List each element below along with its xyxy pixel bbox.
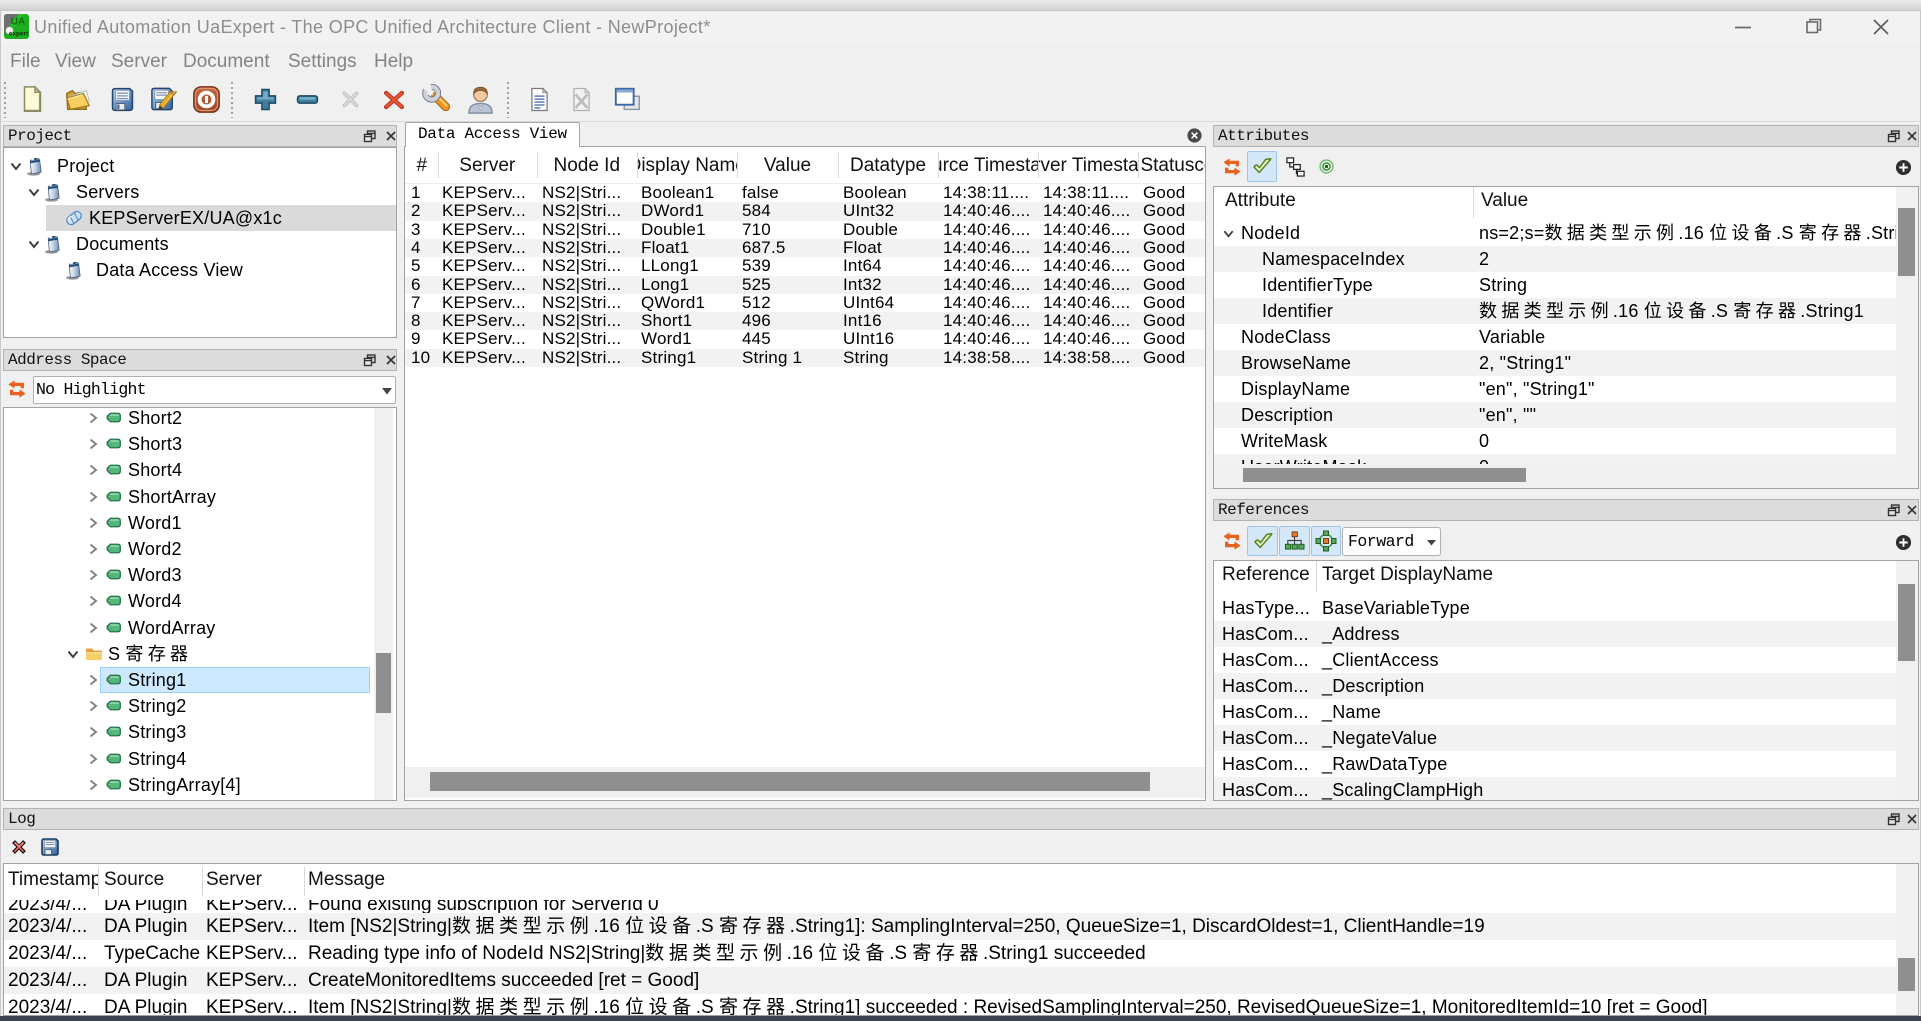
svg-text:expert: expert bbox=[9, 31, 29, 38]
svg-text:UA: UA bbox=[11, 17, 25, 28]
